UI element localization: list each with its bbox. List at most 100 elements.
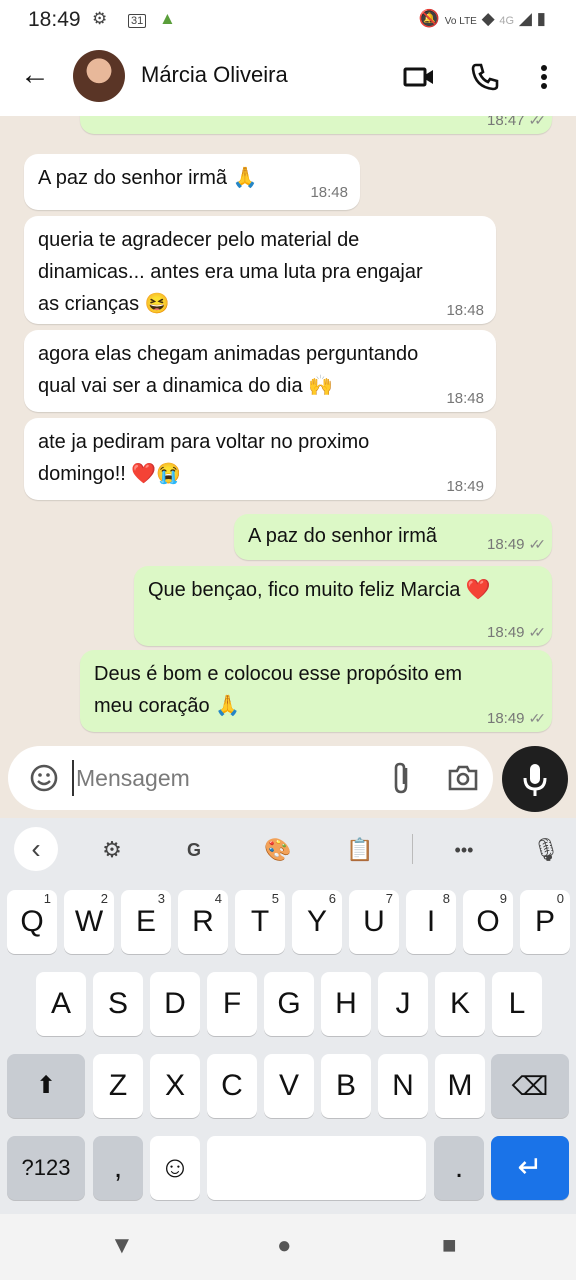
contact-name[interactable]: Márcia Oliveira (141, 62, 288, 88)
key-w[interactable]: W2 (64, 890, 114, 954)
key-number: 8 (442, 891, 450, 906)
message-meta: 18:49 ✓✓ (487, 535, 547, 554)
message-time: 18:47 (486, 116, 525, 129)
message-bubble-incoming[interactable]: agora elas chegam animadas perguntando q… (24, 330, 496, 412)
key-i[interactable]: I8 (406, 890, 456, 954)
key-c[interactable]: C (207, 1054, 257, 1118)
key-label: Q (20, 905, 44, 938)
key-u[interactable]: U7 (349, 890, 399, 954)
emoji-key[interactable]: ☺ (150, 1136, 200, 1200)
key-f[interactable]: F (207, 972, 257, 1036)
chat-header: ← Márcia Oliveira (0, 38, 576, 117)
key-n[interactable]: N (378, 1054, 428, 1118)
settings-icon: ⚙ (92, 9, 116, 28)
key-number: 3 (157, 891, 165, 906)
phone-call-icon[interactable] (468, 60, 502, 94)
message-bubble-outgoing[interactable]: 18:47 ✓✓ (80, 116, 552, 134)
wifi-icon: ◆ (481, 9, 495, 28)
key-number: 7 (385, 891, 393, 906)
key-t[interactable]: T5 (235, 890, 285, 954)
key-k[interactable]: K (435, 972, 485, 1036)
key-label: E (135, 905, 156, 938)
keyboard-collapse-button[interactable]: ‹ (14, 827, 58, 871)
back-arrow-icon[interactable]: ← (18, 58, 52, 92)
key-h[interactable]: H (321, 972, 371, 1036)
message-text: Deus é bom e colocou esse propósito em m… (94, 663, 462, 717)
chat-area[interactable]: 18:47 ✓✓ A paz do senhor irmã 🙏 18:48 que… (0, 116, 576, 744)
message-time: 18:48 (310, 184, 348, 201)
voice-record-button[interactable] (502, 746, 568, 812)
emoji-icon[interactable] (28, 762, 60, 794)
message-text: A paz do senhor irmã 🙏 (38, 167, 258, 189)
voice-input-icon[interactable]: 🎙 (524, 830, 568, 870)
key-j[interactable]: J (378, 972, 428, 1036)
video-call-icon[interactable] (402, 60, 436, 94)
key-number: 4 (214, 891, 222, 906)
keyboard-settings-icon[interactable]: ⚙ (90, 830, 134, 870)
enter-key[interactable]: ↵ (491, 1136, 569, 1200)
message-bubble-incoming[interactable]: queria te agradecer pelo material de din… (24, 216, 496, 324)
message-time: 18:49 (486, 710, 525, 727)
camera-icon[interactable] (446, 762, 480, 794)
read-ticks-icon: ✓✓ (528, 536, 547, 552)
shift-key[interactable]: ⬆ (7, 1054, 85, 1118)
key-r[interactable]: R4 (178, 890, 228, 954)
key-o[interactable]: O9 (463, 890, 513, 954)
message-time: 18:49 (446, 478, 484, 495)
status-bar: 18:49 ⚙ 31 ▲ 🔕 Vo LTE ◆ 4G ◢ ▮ (0, 0, 576, 38)
key-label: P (534, 905, 555, 938)
key-q[interactable]: Q1 (7, 890, 57, 954)
key-p[interactable]: P0 (520, 890, 570, 954)
status-time: 18:49 (28, 8, 81, 31)
message-text: agora elas chegam animadas perguntando q… (38, 343, 419, 397)
key-x[interactable]: X (150, 1054, 200, 1118)
key-label: O (476, 905, 500, 938)
attach-icon[interactable] (386, 760, 418, 796)
read-ticks-icon: ✓✓ (528, 710, 547, 726)
volte-icon: Vo LTE (444, 16, 477, 27)
message-bubble-outgoing[interactable]: Que bençao, fico muito feliz Marcia ❤️ 1… (134, 566, 552, 646)
message-input[interactable]: Mensagem (72, 760, 376, 796)
message-bubble-incoming[interactable]: ate ja pediram para voltar no proximo do… (24, 418, 496, 500)
system-nav-bar: ▼ ● ■ (0, 1214, 576, 1280)
symbols-key[interactable]: ?123 (7, 1136, 85, 1200)
spacebar-key[interactable] (207, 1136, 426, 1200)
key-m[interactable]: M (435, 1054, 485, 1118)
key-label: T (250, 905, 270, 938)
key-b[interactable]: B (321, 1054, 371, 1118)
key-d[interactable]: D (150, 972, 200, 1036)
nav-back-icon[interactable]: ▼ (110, 1232, 134, 1260)
message-bubble-incoming[interactable]: A paz do senhor irmã 🙏 18:48 (24, 154, 360, 210)
key-number: 2 (100, 891, 108, 906)
key-v[interactable]: V (264, 1054, 314, 1118)
nav-recents-icon[interactable]: ■ (442, 1232, 457, 1260)
clipboard-icon[interactable]: 📋 (338, 830, 382, 870)
key-z[interactable]: Z (93, 1054, 143, 1118)
comma-key[interactable]: , (93, 1136, 143, 1200)
key-y[interactable]: Y6 (292, 890, 342, 954)
mute-icon: 🔕 (418, 9, 441, 28)
message-text: queria te agradecer pelo material de din… (38, 229, 423, 315)
key-number: 6 (328, 891, 336, 906)
key-number: 5 (271, 891, 279, 906)
backspace-key[interactable]: ⌫ (491, 1054, 569, 1118)
key-e[interactable]: E3 (121, 890, 171, 954)
nav-home-icon[interactable]: ● (277, 1232, 292, 1260)
key-a[interactable]: A (36, 972, 86, 1036)
period-key[interactable]: . (434, 1136, 484, 1200)
theme-palette-icon[interactable]: 🎨 (256, 830, 300, 870)
key-g[interactable]: G (264, 972, 314, 1036)
message-bubble-outgoing[interactable]: Deus é bom e colocou esse propósito em m… (80, 650, 552, 732)
contact-avatar[interactable] (73, 50, 125, 102)
key-l[interactable]: L (492, 972, 542, 1036)
more-tools-icon[interactable]: ••• (442, 830, 486, 870)
microphone-icon (523, 764, 547, 796)
message-bubble-outgoing[interactable]: A paz do senhor irmã 18:49 ✓✓ (234, 514, 552, 560)
translate-icon[interactable]: G (172, 830, 216, 870)
message-time: 18:49 (486, 624, 525, 641)
signal-icon: ◢ (518, 9, 532, 28)
message-text: Que bençao, fico muito feliz Marcia ❤️ (148, 579, 491, 601)
toolbar-divider (412, 834, 413, 864)
more-options-icon[interactable] (527, 60, 561, 94)
key-s[interactable]: S (93, 972, 143, 1036)
